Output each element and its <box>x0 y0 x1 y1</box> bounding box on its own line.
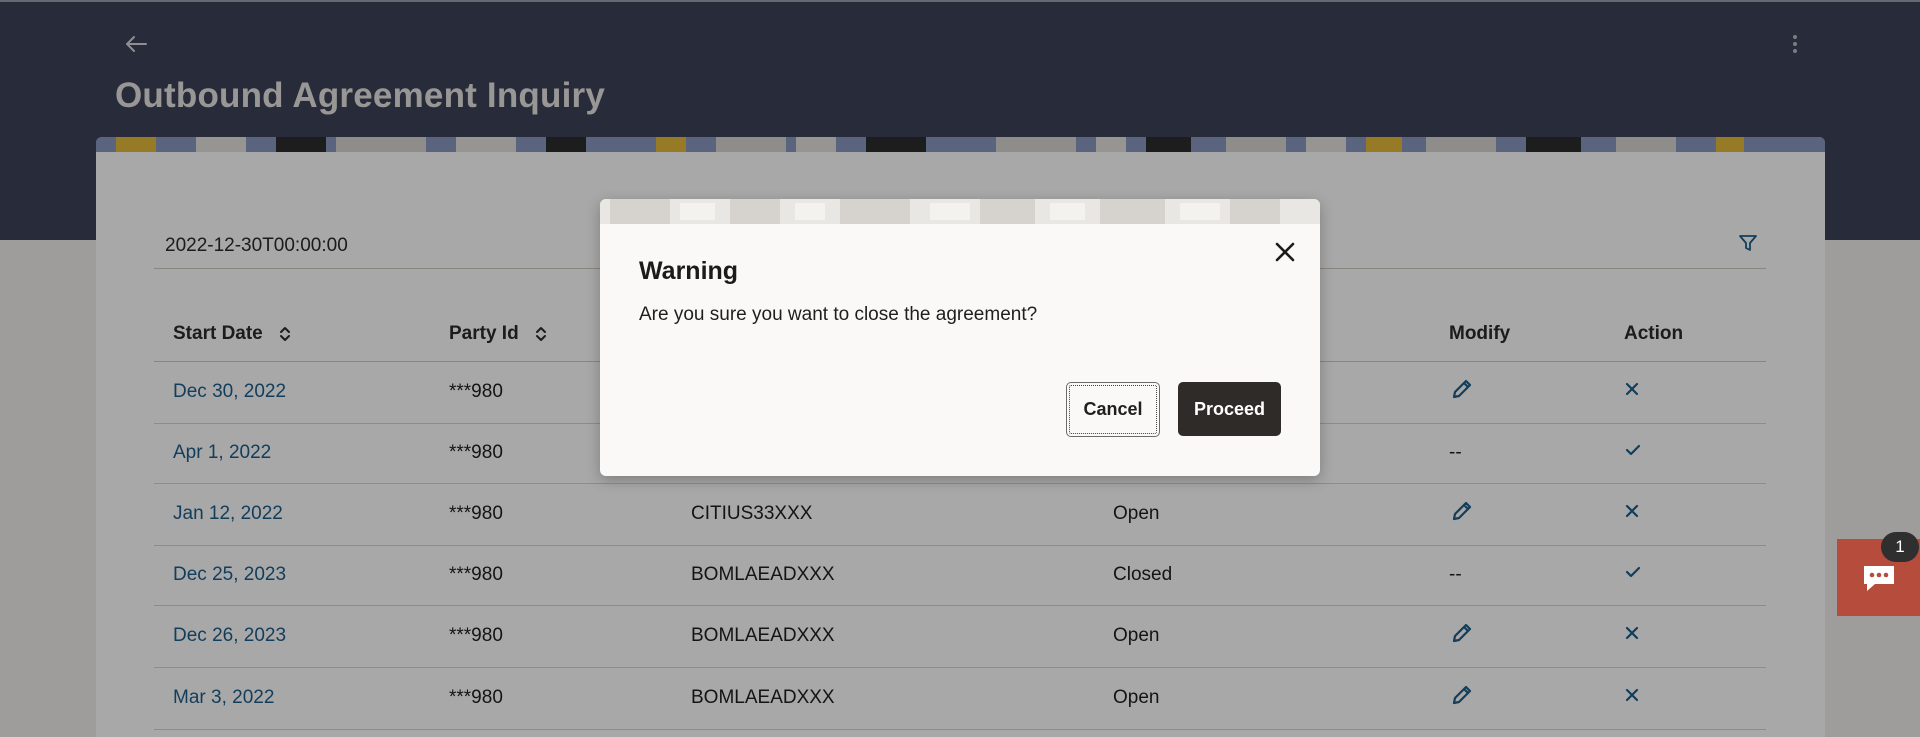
warning-dialog: Warning Are you sure you want to close t… <box>600 199 1320 476</box>
decorative-pattern-banner <box>600 199 1320 224</box>
notification-badge: 1 <box>1881 532 1919 562</box>
proceed-button[interactable]: Proceed <box>1178 382 1281 436</box>
close-icon <box>1275 242 1295 262</box>
dialog-close-button[interactable] <box>1270 237 1300 267</box>
cancel-button[interactable]: Cancel <box>1066 382 1160 437</box>
dialog-message: Are you sure you want to close the agree… <box>639 304 1038 325</box>
chat-bubble-icon <box>1863 565 1894 591</box>
dialog-title: Warning <box>639 257 739 285</box>
